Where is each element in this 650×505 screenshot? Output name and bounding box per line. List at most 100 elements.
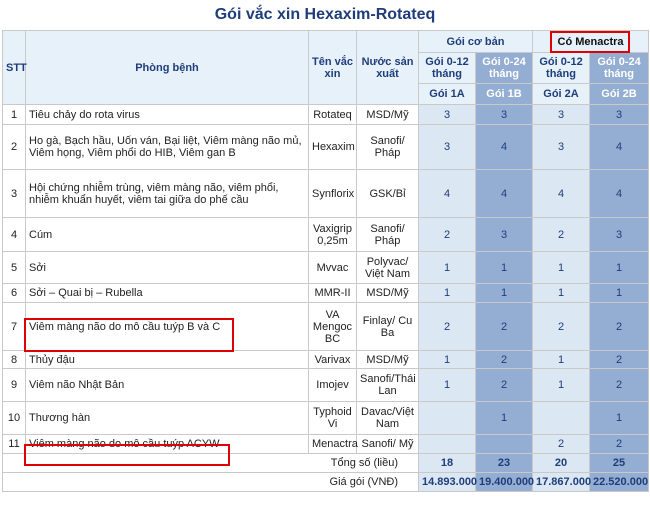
row-stt: 1: [2, 104, 26, 125]
row-dose-2a: 1: [532, 368, 591, 402]
row-dose-1b: 4: [474, 169, 534, 218]
row-dose-2a: 2: [532, 217, 591, 252]
header-group-basic: Gói cơ bản: [417, 30, 534, 53]
table-row: 10 Thương hàn Typhoid Vi Davac/Việt Nam …: [2, 401, 650, 435]
row-dose-2b: 4: [589, 124, 650, 170]
row-country: Sanofi/ Pháp: [356, 124, 419, 170]
row-dose-1a: 4: [418, 169, 476, 218]
row-dose-1b: 1: [474, 401, 534, 435]
price-1b: 19.400.000: [474, 472, 534, 492]
row-country: Finlay/ Cu Ba: [356, 302, 419, 351]
row-disease: Tiêu chảy do rota virus: [25, 104, 309, 125]
row-dose-1b: 2: [474, 350, 534, 369]
row-dose-1b: 1: [474, 283, 534, 303]
row-dose-2b: 2: [589, 350, 650, 369]
row-dose-2b: 1: [589, 251, 650, 284]
row-stt: 5: [2, 251, 26, 284]
row-dose-2a: 2: [532, 434, 591, 454]
row-disease: Ho gà, Bạch hầu, Uốn ván, Bại liệt, Viêm…: [25, 124, 309, 170]
header-disease: Phòng bệnh: [25, 30, 309, 105]
table-row: 11 Viêm màng não do mô cầu tuýp ACYW Men…: [2, 434, 650, 454]
row-dose-1a: 2: [418, 302, 476, 351]
table-row: 8 Thủy đậu Varivax MSD/Mỹ 1 2 1 2: [2, 350, 650, 369]
row-dose-2b: 1: [589, 401, 650, 435]
row-disease: Hội chứng nhiễm trùng, viêm màng não, vi…: [25, 169, 309, 218]
row-dose-2a: 1: [532, 350, 591, 369]
row-dose-1b: 3: [474, 104, 534, 125]
row-vaccine: MMR-II: [308, 283, 357, 303]
price-2b: 22.520.000: [589, 472, 650, 492]
row-dose-1a: [418, 434, 476, 454]
row-dose-1b: 1: [474, 251, 534, 284]
row-country: Sanofi/ Pháp: [356, 217, 419, 252]
row-stt: 7: [2, 302, 26, 351]
vaccine-package-table: STT Phòng bệnh Tên vắc xin Nước sản xuất…: [2, 30, 650, 492]
row-disease: Cúm: [25, 217, 309, 252]
row-vaccine: Imojev: [308, 368, 357, 402]
row-stt: 3: [2, 169, 26, 218]
row-stt: 11: [2, 434, 26, 454]
header-group-menactra: Có Menactra: [532, 30, 650, 53]
row-dose-2a: 3: [532, 124, 591, 170]
row-disease: Thủy đậu: [25, 350, 309, 369]
row-dose-2a: 4: [532, 169, 591, 218]
row-vaccine: Synflorix: [308, 169, 357, 218]
row-vaccine: Varivax: [308, 350, 357, 369]
row-dose-1b: [474, 434, 534, 454]
row-vaccine: Menactra: [308, 434, 358, 454]
row-dose-2a: 1: [532, 251, 591, 284]
row-dose-1a: 1: [418, 350, 476, 369]
row-country: Sanofi/ Mỹ: [356, 434, 419, 454]
table-row: 7 Viêm màng não do mô cầu tuýp B và C VA…: [2, 302, 650, 351]
row-vaccine: Rotateq: [308, 104, 357, 125]
row-dose-1a: [418, 401, 476, 435]
price-1a: 14.893.000: [418, 472, 477, 492]
row-country: MSD/Mỹ: [356, 350, 419, 369]
header-country: Nước sản xuất: [356, 30, 419, 105]
page-title: Gói vắc xin Hexaxim-Rotateq: [214, 6, 436, 23]
table-row: 4 Cúm Vaxigrip 0,25m Sanofi/ Pháp 2 3 2 …: [2, 217, 650, 252]
header-pkg-code-2a: Gói 2A: [532, 83, 591, 105]
row-dose-2b: 2: [589, 302, 650, 351]
totals-label: Tổng số (liều): [2, 453, 419, 473]
row-stt: 2: [2, 124, 26, 170]
price-row: Giá gói (VNĐ) 14.893.000 19.400.000 17.8…: [2, 472, 650, 492]
row-dose-1a: 1: [418, 283, 476, 303]
table-row: 3 Hội chứng nhiễm trùng, viêm màng não, …: [2, 169, 650, 218]
totals-row: Tổng số (liều) 18 23 20 25: [2, 453, 650, 473]
row-country: MSD/Mỹ: [356, 283, 419, 303]
row-dose-1b: 2: [474, 368, 534, 402]
row-disease: Thương hàn: [25, 401, 309, 435]
row-stt: 8: [2, 350, 26, 369]
header-pkg-code-1b: Gói 1B: [474, 83, 534, 105]
table-row: 1 Tiêu chảy do rota virus Rotateq MSD/Mỹ…: [2, 104, 650, 125]
table-row: 9 Viêm não Nhật Bản Imojev Sanofi/Thái L…: [2, 368, 650, 402]
row-disease: Sởi – Quai bị – Rubella: [25, 283, 309, 303]
row-country: Sanofi/Thái Lan: [356, 368, 419, 402]
row-dose-1b: 4: [474, 124, 534, 170]
row-vaccine: Hexaxim: [308, 124, 357, 170]
row-stt: 4: [2, 217, 26, 252]
row-disease: Sởi: [25, 251, 309, 284]
table-row: 6 Sởi – Quai bị – Rubella MMR-II MSD/Mỹ …: [2, 283, 650, 303]
row-disease: Viêm màng não do mô cầu tuýp ACYW: [25, 434, 309, 454]
total-1a: 18: [418, 453, 476, 473]
total-2b: 25: [589, 453, 650, 473]
row-dose-2b: 3: [589, 104, 650, 125]
row-country: GSK/Bỉ: [356, 169, 419, 218]
row-dose-1a: 1: [418, 368, 476, 402]
row-dose-2a: 2: [532, 302, 591, 351]
total-2a: 20: [532, 453, 591, 473]
row-dose-1a: 2: [418, 217, 476, 252]
row-country: Davac/Việt Nam: [356, 401, 419, 435]
table-row: 2 Ho gà, Bạch hầu, Uốn ván, Bại liệt, Vi…: [2, 124, 650, 170]
row-country: Polyvac/ Việt Nam: [356, 251, 419, 284]
row-dose-2a: 3: [532, 104, 591, 125]
header-pkg-code-2b: Gói 2B: [589, 83, 650, 105]
row-dose-1b: 2: [474, 302, 534, 351]
header-vaccine: Tên vắc xin: [308, 30, 357, 105]
header-stt: STT: [2, 30, 27, 105]
row-country: MSD/Mỹ: [356, 104, 419, 125]
row-dose-1a: 1: [418, 251, 476, 284]
row-dose-2b: 3: [589, 217, 650, 252]
